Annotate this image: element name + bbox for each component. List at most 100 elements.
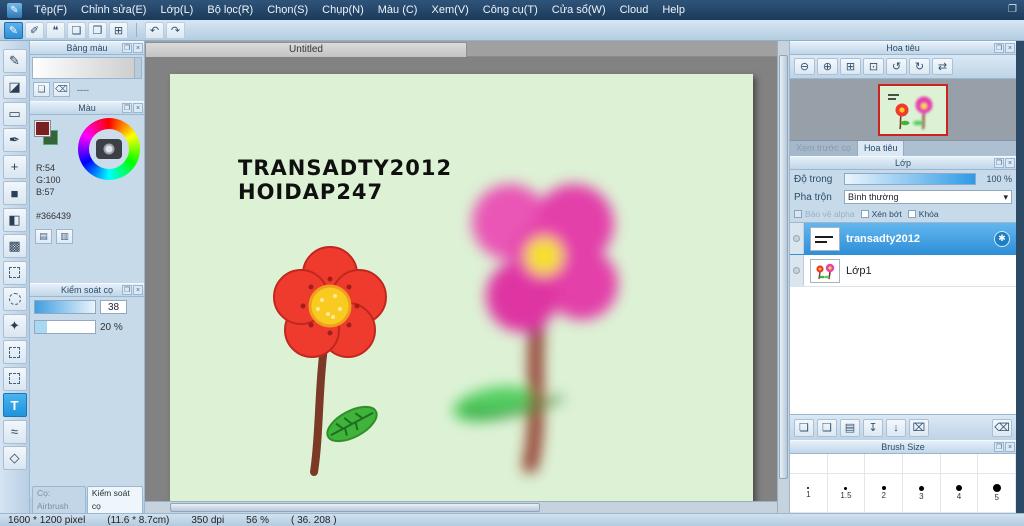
pen-tool[interactable]: ✒	[2, 128, 27, 152]
lock-checkbox[interactable]: Khóa	[907, 209, 939, 219]
layer-visibility-cell[interactable]	[790, 255, 804, 286]
brush-size-cell[interactable]	[827, 454, 866, 474]
close-icon[interactable]: ×	[1005, 442, 1015, 452]
redo-button[interactable]: ↷	[166, 21, 185, 39]
menu-item-color[interactable]: Màu (C)	[371, 0, 425, 20]
horizontal-scrollbar-thumb[interactable]	[170, 503, 540, 512]
palette-scrollbar[interactable]	[134, 58, 141, 78]
close-icon[interactable]: ×	[133, 43, 143, 53]
clipping-checkbox[interactable]: Xén bớt	[860, 209, 902, 219]
zoom-out-icon[interactable]: ⊖	[794, 58, 815, 75]
close-icon[interactable]: ×	[133, 103, 143, 113]
pencil-tool[interactable]: ✎	[2, 48, 27, 73]
clear-layer-icon[interactable]: ⌧	[909, 418, 929, 437]
tab-brush-preview[interactable]: Xem trước cọ	[790, 141, 858, 156]
note-button[interactable]: ❝	[46, 21, 65, 39]
menu-item-select[interactable]: Chọn(S)	[260, 0, 315, 20]
rotate-ccw-icon[interactable]: ↺	[886, 58, 907, 75]
opacity-slider[interactable]	[844, 173, 976, 185]
menu-item-cloud[interactable]: Cloud	[613, 0, 656, 20]
canvas-artwork[interactable]: TRANSADTY2012 HOIDAP247	[170, 74, 753, 501]
brush-size-cell-3[interactable]: 3	[903, 474, 941, 513]
canvas-viewport[interactable]: TRANSADTY2012 HOIDAP247	[145, 57, 777, 501]
horizontal-scrollbar[interactable]	[145, 501, 777, 513]
gear-icon[interactable]: ✱	[994, 230, 1010, 247]
brush-size-cell-2[interactable]: 2	[865, 474, 903, 513]
bucket-tool[interactable]: ◧	[2, 207, 27, 232]
lasso-tool[interactable]	[2, 287, 27, 311]
brush-size-cell[interactable]	[903, 454, 941, 474]
palette-new-button[interactable]: ❏	[33, 82, 50, 97]
dock-icon[interactable]: ❐	[122, 103, 132, 113]
transfer-down-icon[interactable]: ↧	[863, 418, 883, 437]
brush-mode-button[interactable]: ✎	[4, 21, 23, 39]
pin-button[interactable]: ✐	[25, 21, 44, 39]
eraser-tool[interactable]: ◪	[2, 75, 27, 99]
menu-item-window[interactable]: Cửa sổ(W)	[545, 0, 613, 20]
window-control-icon[interactable]: ❐	[1008, 4, 1017, 15]
blend-mode-select[interactable]: Bình thường ▾	[844, 190, 1012, 204]
menu-item-edit[interactable]: Chỉnh sửa(E)	[74, 0, 153, 20]
zoom-in-icon[interactable]: ⊕	[817, 58, 838, 75]
dock-icon[interactable]: ❐	[994, 43, 1004, 53]
menu-item-file[interactable]: Tệp(F)	[27, 0, 74, 20]
tab-airbrush[interactable]: Cọ: Airbrush	[32, 486, 86, 513]
dock-icon[interactable]: ❐	[122, 43, 132, 53]
delete-layer-icon[interactable]: ⌫	[992, 418, 1012, 437]
menu-item-view[interactable]: Xem(V)	[424, 0, 475, 20]
new-folder-icon[interactable]: ▤	[840, 418, 860, 437]
close-icon[interactable]: ×	[1005, 43, 1015, 53]
polygon-tool[interactable]: ◇	[2, 446, 27, 470]
select-pen-tool[interactable]	[2, 340, 27, 364]
navigator-thumbnail[interactable]	[878, 84, 948, 136]
grid-button[interactable]: ⊞	[109, 21, 128, 39]
brush-size-slider[interactable]	[34, 300, 96, 314]
preserve-alpha-checkbox[interactable]: Bảo vệ alpha	[794, 209, 855, 219]
menu-item-tool[interactable]: Công cụ(T)	[476, 0, 545, 20]
curve-tool[interactable]: ≈	[2, 419, 27, 444]
brush-size-cell-5[interactable]: 5	[978, 474, 1016, 513]
menu-item-help[interactable]: Help	[655, 0, 692, 20]
brush-opacity-slider[interactable]	[34, 320, 96, 334]
tab-navigator[interactable]: Hoa tiêu	[857, 141, 905, 156]
text-tool[interactable]: T	[2, 393, 27, 417]
rect-tool[interactable]: ▭	[2, 101, 27, 126]
color-wheel[interactable]	[78, 118, 140, 180]
tab-brush-control[interactable]: Kiểm soát cọ	[86, 486, 143, 513]
fit-window-icon[interactable]: ⊞	[840, 58, 861, 75]
layer-row-transadty2012[interactable]: transadty2012 ✱	[790, 223, 1016, 255]
brush-size-value[interactable]: 38	[100, 300, 127, 314]
brush-size-cell[interactable]	[790, 454, 828, 474]
magic-wand-tool[interactable]: ✦	[2, 313, 27, 338]
menu-item-filter[interactable]: Bộ lọc(R)	[200, 0, 260, 20]
dock-icon[interactable]: ❐	[994, 158, 1004, 168]
brush-size-cell-1[interactable]: 1	[790, 474, 828, 513]
new-layer-icon[interactable]: ❏	[794, 418, 814, 437]
brush-size-cell-4[interactable]: 4	[940, 474, 979, 513]
vertical-scrollbar[interactable]	[777, 41, 789, 513]
undo-button[interactable]: ↶	[145, 21, 164, 39]
brush-size-cell-1-5[interactable]: 1.5	[827, 474, 866, 513]
close-icon[interactable]: ×	[1005, 158, 1015, 168]
shape-tool[interactable]: ■	[2, 181, 27, 205]
brush-size-cell[interactable]	[865, 454, 903, 474]
flip-icon[interactable]: ⇄	[932, 58, 953, 75]
new-linework-layer-icon[interactable]: ❑	[817, 418, 837, 437]
dock-icon[interactable]: ❐	[994, 442, 1004, 452]
gradient-tool[interactable]: ▩	[2, 234, 27, 258]
navigator-view[interactable]	[790, 79, 1016, 141]
swatch-grid-button-1[interactable]: ▤	[35, 229, 52, 244]
palette-gradient-swatch[interactable]	[32, 57, 142, 79]
close-icon[interactable]: ×	[133, 285, 143, 295]
vertical-scrollbar-thumb[interactable]	[779, 55, 788, 479]
menu-item-capture[interactable]: Chụp(N)	[315, 0, 371, 20]
layer-row-lop1[interactable]: Lớp1	[790, 255, 1016, 287]
select-rect-tool[interactable]	[2, 260, 27, 285]
palette-delete-button[interactable]: ⌫	[53, 82, 70, 97]
brush-size-cell[interactable]	[940, 454, 979, 474]
move-tool[interactable]: +	[2, 154, 27, 179]
document-tab[interactable]: Untitled	[145, 42, 467, 57]
rotate-cw-icon[interactable]: ↻	[909, 58, 930, 75]
dock-icon[interactable]: ❐	[122, 285, 132, 295]
doc-button-2[interactable]: ❐	[88, 21, 107, 39]
